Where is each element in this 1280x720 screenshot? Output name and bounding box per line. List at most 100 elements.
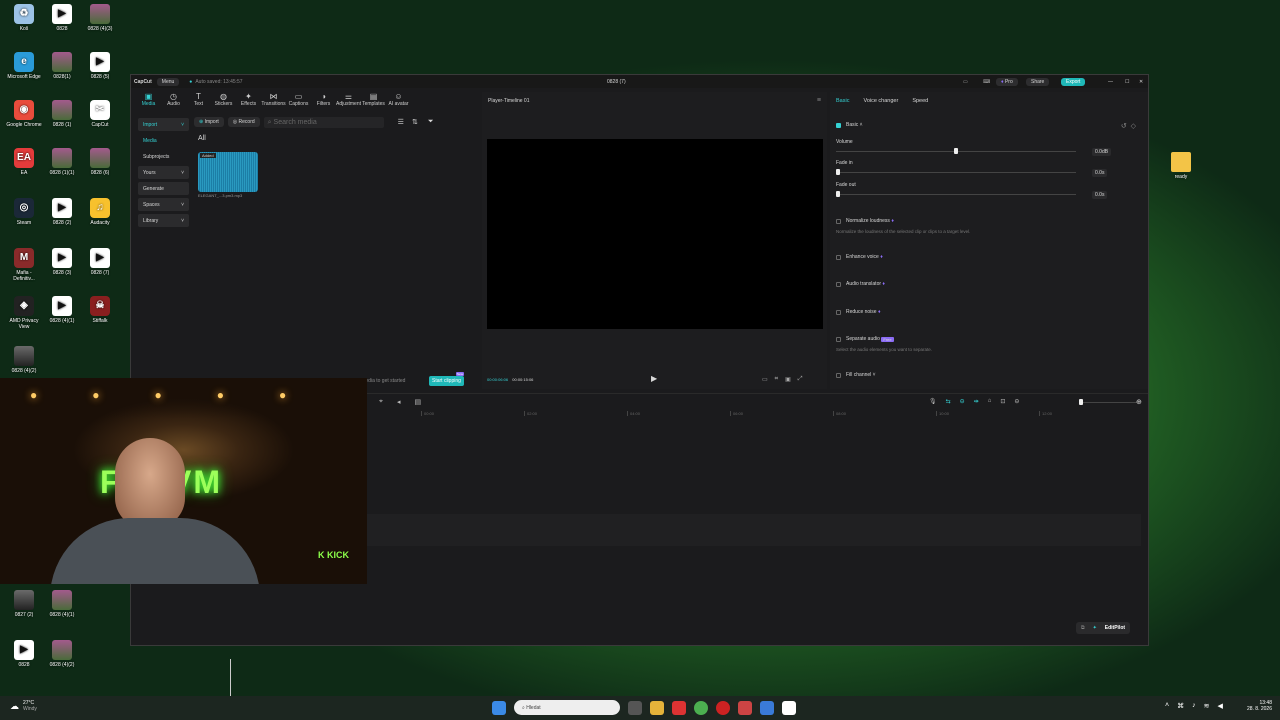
desktop-icon[interactable]: M Mafia - Definitiv... xyxy=(6,248,42,282)
start-icon[interactable] xyxy=(492,700,506,715)
clock[interactable]: 13:48 28. 8. 2026 xyxy=(1242,700,1272,712)
desktop-icon[interactable]: 0828 (6) xyxy=(82,148,118,176)
audio-translator[interactable]: Audio translator ♦ xyxy=(836,281,885,287)
desktop-icon[interactable]: ▶ 0828 (4)(1) xyxy=(44,296,80,324)
fadeout-knob[interactable] xyxy=(836,191,840,197)
desktop-icon[interactable]: e Microsoft Edge xyxy=(6,52,42,80)
layout-icon[interactable]: ▭ xyxy=(963,79,968,85)
fill-checkbox[interactable] xyxy=(836,372,841,378)
select-tool-icon[interactable]: ⌖ xyxy=(379,398,383,406)
desktop-icon[interactable]: EA EA xyxy=(6,148,42,176)
desktop-icon[interactable]: ◎ Steam xyxy=(6,198,42,226)
record-button[interactable]: ◎ Record xyxy=(227,117,260,127)
crop-icon[interactable]: ⌗ xyxy=(775,376,778,383)
zoom-knob[interactable] xyxy=(1079,399,1083,405)
player-menu-icon[interactable]: ≡ xyxy=(817,97,821,104)
tool-adjustment[interactable]: ⚌ Adjustment xyxy=(336,92,361,112)
maximize-icon[interactable]: ☐ xyxy=(1125,79,1129,85)
menu-button[interactable]: Menu xyxy=(156,77,180,86)
list-view-icon[interactable]: ☰ xyxy=(398,118,404,126)
separate-audio[interactable]: Separate audio Free xyxy=(836,336,894,342)
tool-stickers[interactable]: ◍ Stickers xyxy=(211,92,236,112)
tab-speed[interactable]: Speed xyxy=(912,98,928,104)
desktop-icon[interactable]: ✂ CapCut xyxy=(82,100,118,128)
search-input[interactable]: ⌕ Search media xyxy=(263,116,384,128)
audio-clip-thumbnail[interactable]: Added xyxy=(198,152,258,192)
desktop-icon-ready[interactable]: ready xyxy=(1163,152,1199,180)
export-button[interactable]: Export xyxy=(1061,77,1086,86)
nav-media[interactable]: Media xyxy=(138,134,189,147)
desktop-icon[interactable]: 0828 (1) xyxy=(44,100,80,128)
zoom-fit-icon[interactable]: ⊡ xyxy=(1000,398,1005,405)
filter-all[interactable]: All xyxy=(198,135,479,142)
tool-text[interactable]: T Text xyxy=(186,92,211,112)
fadein-value[interactable]: 0.0s xyxy=(1092,169,1108,177)
tool-filters[interactable]: ◑ Filters xyxy=(311,92,336,112)
volume-value[interactable]: 0.0dB xyxy=(1092,148,1112,156)
tool-captions[interactable]: ▭ Captions xyxy=(286,92,311,112)
nav-generate[interactable]: Generate xyxy=(138,182,189,195)
tool-media[interactable]: ▣ Media xyxy=(136,92,161,112)
link-icon[interactable]: ⇆ xyxy=(946,398,951,405)
desktop-icon[interactable]: 0828 (4)(3) xyxy=(82,4,118,32)
split-icon[interactable]: ▤ xyxy=(414,398,421,406)
reduce-noise[interactable]: Reduce noise ♦ xyxy=(836,309,881,315)
zoom-slider[interactable] xyxy=(1079,399,1137,405)
desktop-icon[interactable]: ▶ 0828 (7) xyxy=(82,248,118,276)
volume-knob[interactable] xyxy=(954,148,958,154)
desktop-icon[interactable]: ▶ 0828 xyxy=(44,4,80,32)
shortcut-icon[interactable]: ⌨ xyxy=(983,79,990,85)
editpilot-bar[interactable]: ⧉ ✦ EditPilot xyxy=(1076,622,1131,634)
basic-toggle[interactable] xyxy=(836,122,841,128)
desktop-icon[interactable]: ◈ AMD Privacy View xyxy=(6,296,42,330)
translator-checkbox[interactable] xyxy=(836,281,841,287)
desktop-icon[interactable]: 0828 (4)(2) xyxy=(6,346,42,374)
tool-ai-avatar[interactable]: ☺ AI avatar xyxy=(386,92,411,112)
fullscreen-icon[interactable]: ⤢ xyxy=(798,376,803,383)
zoom-in-icon[interactable]: ⊕ xyxy=(1136,398,1142,406)
play-icon[interactable]: ▶ xyxy=(651,374,657,383)
magnet-icon[interactable]: ⊖ xyxy=(960,398,965,405)
filter-icon[interactable]: ⏷ xyxy=(428,118,434,126)
pro-button[interactable]: ♦ Pro xyxy=(996,77,1018,86)
desktop-icon[interactable]: ▶ 0828 (2) xyxy=(44,198,80,226)
sort-icon[interactable]: ⇅ xyxy=(412,118,418,126)
fadeout-slider[interactable] xyxy=(836,191,1076,197)
file-explorer-icon[interactable] xyxy=(650,700,664,715)
desktop-icon[interactable]: 0828 (4)(1) xyxy=(44,590,80,618)
reduce-checkbox[interactable] xyxy=(836,309,841,315)
caption-icon[interactable]: ⧉ xyxy=(1081,625,1085,631)
capcut-taskbar-icon[interactable] xyxy=(782,700,796,715)
app-icon[interactable] xyxy=(760,700,774,715)
chrome-taskbar-icon[interactable] xyxy=(694,700,708,715)
desktop-icon[interactable]: ▶ 0828 (3) xyxy=(44,248,80,276)
desktop-icon[interactable]: 0827 (2) xyxy=(6,590,42,618)
ratio-icon[interactable]: ▭ xyxy=(762,376,768,383)
taskbar-search[interactable]: ⌕ Hledat xyxy=(514,700,620,715)
wifi-icon[interactable]: ≋ xyxy=(1204,702,1210,710)
basic-section-header[interactable]: Basic ˄ xyxy=(836,122,863,128)
import-button[interactable]: ⊕ Import xyxy=(194,117,224,127)
tab-voice-changer[interactable]: Voice changer xyxy=(863,98,898,104)
mic-tray-icon[interactable]: ♪ xyxy=(1192,702,1196,710)
quality-icon[interactable]: ▣ xyxy=(785,376,791,383)
zoom-out-icon[interactable]: ⊖ xyxy=(1014,398,1019,405)
tool-audio[interactable]: ◷ Audio xyxy=(161,92,186,112)
tab-basic[interactable]: Basic xyxy=(836,98,849,104)
time-ruler[interactable]: 00:00 02:00 04:00 06:00 08:00 10:00 12:00 xyxy=(421,411,1141,419)
app-icon[interactable] xyxy=(672,700,686,715)
desktop-icon[interactable]: ▶ 0828 xyxy=(6,640,42,668)
desktop-icon[interactable]: 0828 (1)(1) xyxy=(44,148,80,176)
desktop-icon[interactable]: 0828(1) xyxy=(44,52,80,80)
nav-subprojects[interactable]: Subprojects xyxy=(138,150,189,163)
separate-checkbox[interactable] xyxy=(836,336,841,342)
tool-effects[interactable]: ✦ Effects xyxy=(236,92,261,112)
desktop-icon[interactable]: ▶ 0828 (5) xyxy=(82,52,118,80)
share-button[interactable]: Share xyxy=(1026,77,1050,86)
desktop-icon[interactable]: 0828 (4)(2) xyxy=(44,640,80,668)
undo-icon[interactable]: ◂ xyxy=(397,398,401,406)
enhance-checkbox[interactable] xyxy=(836,254,841,260)
tool-templates[interactable]: ▤ Templates xyxy=(361,92,386,112)
volume-slider[interactable] xyxy=(836,148,1076,154)
desktop-icon[interactable]: ◉ Google Chrome xyxy=(6,100,42,128)
